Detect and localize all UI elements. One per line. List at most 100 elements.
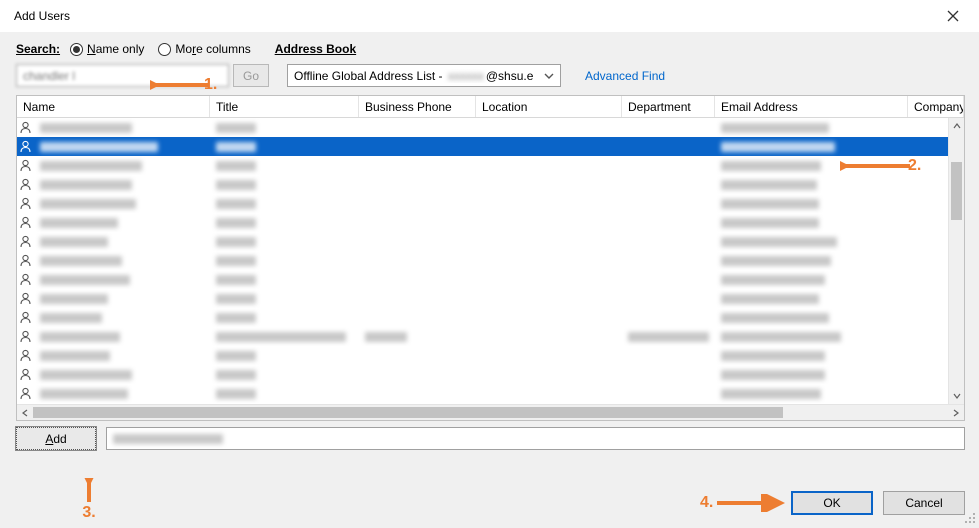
results-list: Name Title Business Phone Location Depar… — [16, 95, 965, 421]
cell — [476, 327, 622, 346]
col-phone[interactable]: Business Phone — [359, 96, 476, 117]
cell — [210, 346, 359, 365]
person-icon — [17, 387, 34, 400]
person-icon — [17, 159, 34, 172]
person-icon — [17, 121, 34, 134]
table-row[interactable] — [17, 270, 948, 289]
cell — [622, 156, 715, 175]
scroll-thumb[interactable] — [951, 162, 962, 220]
cell — [476, 346, 622, 365]
hscroll-thumb[interactable] — [33, 407, 783, 418]
cell — [34, 365, 210, 384]
selected-user-value — [113, 434, 223, 444]
scroll-up-icon[interactable] — [949, 118, 964, 134]
scroll-down-icon[interactable] — [949, 388, 964, 404]
ok-button[interactable]: OK — [791, 491, 873, 515]
resize-grip-icon[interactable] — [963, 511, 977, 525]
table-row[interactable] — [17, 118, 948, 137]
col-email[interactable]: Email Address — [715, 96, 908, 117]
cell — [34, 156, 210, 175]
annotation-3: 3. — [80, 478, 98, 522]
close-button[interactable] — [939, 2, 967, 30]
radio-more-columns-label: More columns — [175, 42, 250, 56]
col-dept[interactable]: Department — [622, 96, 715, 117]
cell — [34, 327, 210, 346]
cell — [622, 365, 715, 384]
table-row[interactable] — [17, 137, 948, 156]
cell — [476, 137, 622, 156]
cell — [622, 327, 715, 346]
table-row[interactable] — [17, 213, 948, 232]
cell — [359, 365, 476, 384]
radio-name-only[interactable]: Name only — [70, 42, 144, 56]
table-row[interactable] — [17, 232, 948, 251]
person-icon — [17, 349, 34, 362]
radio-more-columns[interactable]: More columns — [158, 42, 250, 56]
table-row[interactable] — [17, 289, 948, 308]
cell — [476, 365, 622, 384]
cell — [715, 346, 908, 365]
person-icon — [17, 254, 34, 267]
cell — [359, 308, 476, 327]
scroll-right-icon[interactable] — [948, 405, 964, 421]
column-headers[interactable]: Name Title Business Phone Location Depar… — [17, 96, 964, 118]
cell — [34, 346, 210, 365]
cell — [210, 384, 359, 403]
person-icon — [17, 292, 34, 305]
vertical-scrollbar[interactable] — [948, 118, 964, 404]
cell — [715, 213, 908, 232]
cell — [210, 270, 359, 289]
table-row[interactable] — [17, 194, 948, 213]
cell — [210, 213, 359, 232]
advanced-find-link[interactable]: Advanced Find — [585, 69, 665, 83]
cell — [210, 232, 359, 251]
scroll-left-icon[interactable] — [17, 405, 33, 421]
table-row[interactable] — [17, 365, 948, 384]
address-book-select[interactable]: Offline Global Address List - xxxxxx@shs… — [287, 64, 561, 87]
table-row[interactable] — [17, 175, 948, 194]
selected-users-field[interactable] — [106, 427, 965, 450]
cell — [34, 213, 210, 232]
cell — [210, 175, 359, 194]
annotation-1: 1. — [150, 76, 217, 94]
table-row[interactable] — [17, 327, 948, 346]
add-button[interactable]: Add — [16, 427, 96, 450]
horizontal-scrollbar[interactable] — [17, 404, 964, 420]
cell — [359, 137, 476, 156]
chevron-down-icon — [542, 71, 556, 81]
annotation-4: 4. — [700, 494, 787, 512]
person-icon — [17, 273, 34, 286]
cell — [476, 118, 622, 137]
cell — [210, 137, 359, 156]
cell — [622, 251, 715, 270]
cell — [210, 308, 359, 327]
cell — [359, 289, 476, 308]
table-row[interactable] — [17, 251, 948, 270]
cell — [715, 118, 908, 137]
cell — [622, 137, 715, 156]
cell — [210, 118, 359, 137]
cancel-button[interactable]: Cancel — [883, 491, 965, 515]
table-row[interactable] — [17, 384, 948, 403]
cell — [715, 308, 908, 327]
cell — [34, 137, 210, 156]
cell — [34, 232, 210, 251]
cell — [622, 118, 715, 137]
radio-circle-icon — [70, 43, 83, 56]
table-row[interactable] — [17, 346, 948, 365]
col-loc[interactable]: Location — [476, 96, 622, 117]
cell — [210, 289, 359, 308]
col-name[interactable]: Name — [17, 96, 210, 117]
col-title[interactable]: Title — [210, 96, 359, 117]
table-row[interactable] — [17, 156, 948, 175]
person-icon — [17, 197, 34, 210]
cell — [359, 251, 476, 270]
cell — [476, 308, 622, 327]
cell — [359, 213, 476, 232]
table-row[interactable] — [17, 308, 948, 327]
cell — [34, 289, 210, 308]
person-icon — [17, 311, 34, 324]
go-button[interactable]: Go — [233, 64, 269, 87]
col-company[interactable]: Company — [908, 96, 964, 117]
radio-name-only-label: Name only — [87, 42, 144, 56]
